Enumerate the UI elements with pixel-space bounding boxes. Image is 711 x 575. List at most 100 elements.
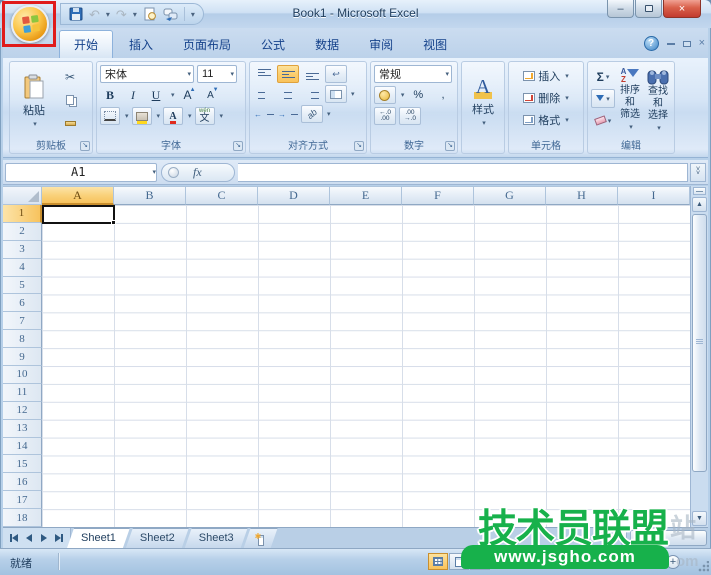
- fill-color-button[interactable]: [132, 107, 152, 125]
- wrap-text-button[interactable]: ↩: [325, 65, 347, 83]
- expand-formula-bar-button[interactable]: ˅˅: [690, 163, 706, 182]
- row-header-8[interactable]: 8: [3, 330, 42, 348]
- cell-grid[interactable]: [42, 205, 690, 527]
- alignment-dialog-launcher[interactable]: ↘: [354, 141, 364, 151]
- align-left-button[interactable]: [253, 85, 275, 103]
- row-header-13[interactable]: 13: [3, 420, 42, 438]
- find-select-button[interactable]: 查找和 选择 ▾: [645, 65, 671, 135]
- fill-handle[interactable]: [111, 220, 116, 225]
- help-icon[interactable]: ?: [644, 36, 659, 51]
- column-header-D[interactable]: D: [258, 186, 330, 205]
- increase-decimal-button[interactable]: ←.0.00: [374, 107, 396, 125]
- row-header-9[interactable]: 9: [3, 348, 42, 366]
- delete-cells-button[interactable]: 删除▾: [512, 89, 580, 107]
- tab-view[interactable]: 视图: [409, 31, 461, 58]
- tab-page-layout[interactable]: 页面布局: [169, 31, 245, 58]
- fill-color-dropdown-icon[interactable]: ▾: [157, 112, 161, 120]
- column-header-B[interactable]: B: [114, 186, 186, 205]
- first-sheet-button[interactable]: [7, 531, 21, 546]
- cell-styles-button[interactable]: A 样式 ▾: [465, 65, 501, 137]
- column-header-I[interactable]: I: [618, 186, 690, 205]
- row-header-11[interactable]: 11: [3, 384, 42, 402]
- accounting-dropdown-icon[interactable]: ▾: [401, 91, 405, 99]
- bold-button[interactable]: B: [100, 86, 120, 104]
- insert-cells-button[interactable]: 插入▾: [512, 67, 580, 85]
- vertical-scrollbar[interactable]: ▲ ▼: [690, 186, 708, 527]
- merge-center-dropdown-icon[interactable]: ▾: [351, 90, 355, 98]
- selected-cell-A1[interactable]: [42, 205, 115, 224]
- decrease-decimal-button[interactable]: .00→.0: [399, 107, 421, 125]
- percent-style-button[interactable]: %: [407, 86, 429, 104]
- font-color-button[interactable]: A: [163, 107, 183, 125]
- align-center-button[interactable]: [277, 85, 299, 103]
- clipboard-dialog-launcher[interactable]: ↘: [80, 141, 90, 151]
- orientation-button[interactable]: ab: [301, 105, 323, 123]
- column-header-H[interactable]: H: [546, 186, 618, 205]
- workbook-restore-icon[interactable]: [683, 41, 691, 47]
- sheet-tab-sheet2[interactable]: Sheet2: [126, 528, 189, 548]
- print-preview-icon[interactable]: [143, 7, 157, 21]
- borders-dropdown-icon[interactable]: ▾: [125, 112, 129, 120]
- select-all-corner[interactable]: [3, 186, 42, 205]
- sheet-tab-sheet3[interactable]: Sheet3: [185, 528, 248, 548]
- sort-filter-button[interactable]: AZ 排序和 筛选 ▾: [617, 65, 643, 135]
- redo-dropdown-icon[interactable]: ▾: [133, 10, 137, 19]
- increase-indent-button[interactable]: →: [277, 105, 299, 123]
- row-header-3[interactable]: 3: [3, 241, 42, 259]
- row-header-15[interactable]: 15: [3, 455, 42, 473]
- grow-font-button[interactable]: A▲: [178, 86, 198, 104]
- workbook-minimize-icon[interactable]: [667, 43, 675, 45]
- paste-button[interactable]: 粘贴 ▾: [13, 65, 55, 137]
- bottom-align-button[interactable]: [301, 65, 323, 83]
- tab-data[interactable]: 数据: [301, 31, 353, 58]
- row-header-18[interactable]: 18: [3, 509, 42, 527]
- scroll-up-button[interactable]: ▲: [692, 197, 707, 212]
- vertical-scroll-thumb[interactable]: [692, 214, 707, 472]
- row-header-17[interactable]: 17: [3, 491, 42, 509]
- decrease-indent-button[interactable]: ←: [253, 105, 275, 123]
- row-header-4[interactable]: 4: [3, 259, 42, 277]
- row-header-14[interactable]: 14: [3, 438, 42, 456]
- maximize-button[interactable]: [635, 0, 662, 18]
- font-color-dropdown-icon[interactable]: ▾: [188, 112, 192, 120]
- last-sheet-button[interactable]: [52, 531, 66, 546]
- row-header-5[interactable]: 5: [3, 277, 42, 295]
- save-icon[interactable]: [69, 7, 83, 21]
- tab-formulas[interactable]: 公式: [247, 31, 299, 58]
- row-header-1[interactable]: 1: [3, 205, 42, 223]
- undo-icon[interactable]: ↶: [89, 8, 100, 21]
- italic-button[interactable]: I: [123, 86, 143, 104]
- font-dialog-launcher[interactable]: ↘: [233, 141, 243, 151]
- shrink-font-button[interactable]: A▼: [201, 86, 221, 104]
- undo-dropdown-icon[interactable]: ▾: [106, 10, 110, 19]
- font-name-select[interactable]: 宋体▾: [100, 65, 194, 83]
- middle-align-button[interactable]: [277, 65, 299, 83]
- row-header-7[interactable]: 7: [3, 312, 42, 330]
- row-header-2[interactable]: 2: [3, 223, 42, 241]
- column-header-G[interactable]: G: [474, 186, 546, 205]
- cut-button[interactable]: ✂: [57, 67, 83, 87]
- minimize-button[interactable]: –: [607, 0, 634, 18]
- close-button[interactable]: ×: [663, 0, 701, 18]
- next-sheet-button[interactable]: [37, 531, 51, 546]
- underline-dropdown-icon[interactable]: ▾: [171, 91, 175, 99]
- name-box-dropdown-icon[interactable]: ▾: [152, 168, 156, 176]
- fill-button[interactable]: ▾: [591, 89, 615, 108]
- column-header-A[interactable]: A: [42, 186, 114, 205]
- orientation-dropdown-icon[interactable]: ▾: [327, 110, 331, 118]
- tab-insert[interactable]: 插入: [115, 31, 167, 58]
- formula-input[interactable]: [238, 163, 688, 182]
- number-format-select[interactable]: 常规▾: [374, 65, 452, 83]
- redo-icon[interactable]: ↷: [116, 8, 127, 21]
- insert-worksheet-button[interactable]: ✱: [244, 528, 278, 548]
- vertical-split-handle[interactable]: [693, 187, 706, 195]
- tab-review[interactable]: 审阅: [355, 31, 407, 58]
- format-painter-button[interactable]: [57, 113, 83, 133]
- name-box[interactable]: A1 ▾: [5, 163, 157, 182]
- phonetic-button[interactable]: wén文: [195, 107, 215, 125]
- comma-style-button[interactable]: ,: [432, 86, 454, 104]
- copy-button[interactable]: [57, 90, 83, 110]
- tab-home[interactable]: 开始: [59, 30, 113, 58]
- merge-center-button[interactable]: [325, 85, 347, 103]
- customize-qat-icon[interactable]: ▾: [191, 10, 195, 19]
